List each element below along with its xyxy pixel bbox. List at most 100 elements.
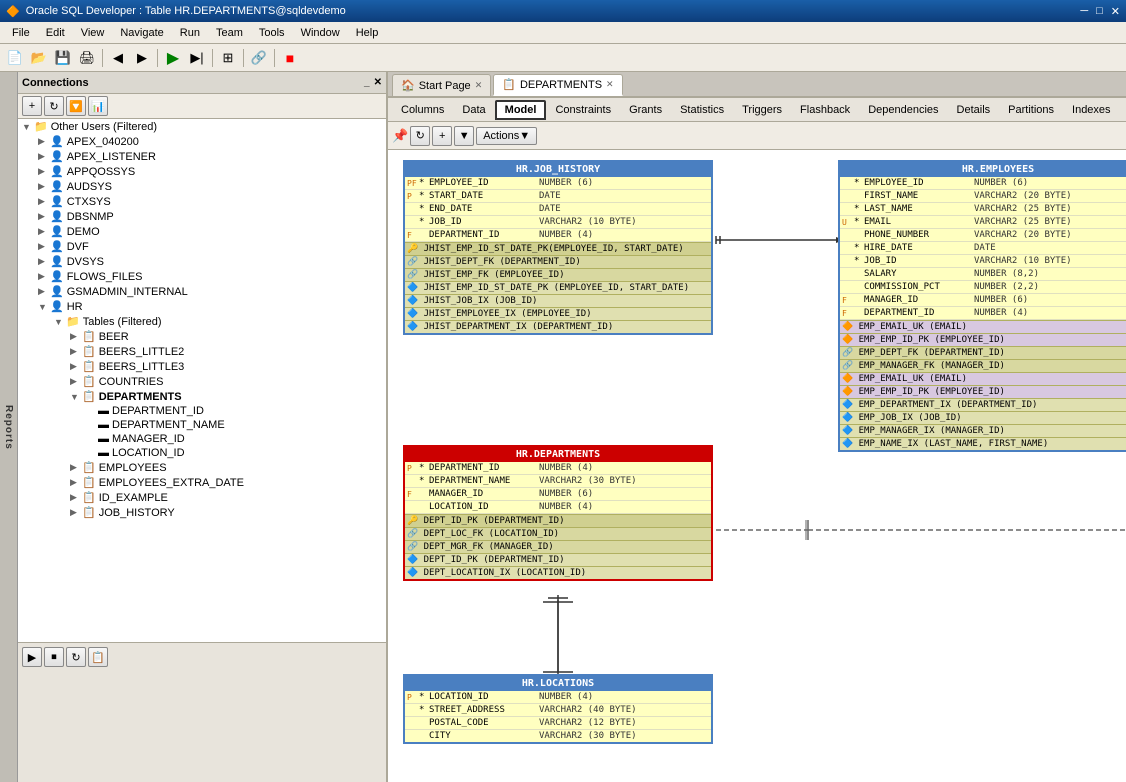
tree-node-beer[interactable]: ▶📋BEER: [18, 329, 386, 344]
tree-toggle-15[interactable]: ▶: [70, 346, 82, 357]
tree-node-audsys[interactable]: ▶👤AUDSYS: [18, 179, 386, 194]
grid-btn[interactable]: ⊞: [217, 47, 239, 69]
tree-toggle-3[interactable]: ▶: [38, 166, 50, 177]
tree-toggle-13[interactable]: ▼: [54, 317, 66, 327]
save-btn[interactable]: 💾: [52, 47, 74, 69]
tab-constraints[interactable]: Constraints: [546, 100, 620, 120]
sb-btn4[interactable]: 📋: [88, 647, 108, 667]
connection-tree[interactable]: ▼📁Other Users (Filtered)▶👤APEX_040200▶👤A…: [18, 119, 386, 642]
tree-toggle-26[interactable]: ▶: [70, 507, 82, 518]
tree-node-countries[interactable]: ▶📋COUNTRIES: [18, 374, 386, 389]
tree-node-departments[interactable]: ▼📋DEPARTMENTS: [18, 389, 386, 404]
tree-node-gsmadmin_internal[interactable]: ▶👤GSMADMIN_INTERNAL: [18, 284, 386, 299]
tree-toggle-8[interactable]: ▶: [38, 241, 50, 252]
tree-node-department_id[interactable]: ▬DEPARTMENT_ID: [18, 404, 386, 418]
new-btn[interactable]: 📄: [4, 47, 26, 69]
tab-departments-close[interactable]: ✕: [606, 79, 614, 90]
tree-node-dvf[interactable]: ▶👤DVF: [18, 239, 386, 254]
pin-icon[interactable]: 📌: [392, 128, 408, 144]
sb-btn3[interactable]: ↻: [66, 647, 86, 667]
menu-edit[interactable]: Edit: [38, 25, 73, 41]
tree-toggle-2[interactable]: ▶: [38, 151, 50, 162]
filter-btn[interactable]: 🔽: [66, 96, 86, 116]
tree-node-appqossys[interactable]: ▶👤APPQOSSYS: [18, 164, 386, 179]
model-refresh-btn[interactable]: ↻: [410, 126, 430, 146]
tree-toggle-5[interactable]: ▶: [38, 196, 50, 207]
menu-run[interactable]: Run: [172, 25, 208, 41]
tree-node-flows_files[interactable]: ▶👤FLOWS_FILES: [18, 269, 386, 284]
tree-node-manager_id[interactable]: ▬MANAGER_ID: [18, 432, 386, 446]
tab-start-page[interactable]: 🏠 Start Page ✕: [392, 74, 491, 96]
menu-tools[interactable]: Tools: [251, 25, 293, 41]
tree-node-ctxsys[interactable]: ▶👤CTXSYS: [18, 194, 386, 209]
tree-node-apex_040200[interactable]: ▶👤APEX_040200: [18, 134, 386, 149]
tree-toggle-25[interactable]: ▶: [70, 492, 82, 503]
tab-data[interactable]: Data: [453, 100, 494, 120]
menu-window[interactable]: Window: [293, 25, 348, 41]
tree-toggle-4[interactable]: ▶: [38, 181, 50, 192]
tree-toggle-11[interactable]: ▶: [38, 286, 50, 297]
tree-toggle-16[interactable]: ▶: [70, 361, 82, 372]
tab-model[interactable]: Model: [495, 100, 547, 120]
print-btn[interactable]: 🖨: [76, 47, 98, 69]
tree-toggle-17[interactable]: ▶: [70, 376, 82, 387]
tree-node-demo[interactable]: ▶👤DEMO: [18, 224, 386, 239]
tree-node-apex_listener[interactable]: ▶👤APEX_LISTENER: [18, 149, 386, 164]
tree-toggle-18[interactable]: ▼: [70, 392, 82, 402]
tree-node-employees_extra_date[interactable]: ▶📋EMPLOYEES_EXTRA_DATE: [18, 475, 386, 490]
tree-node-beers_little3[interactable]: ▶📋BEERS_LITTLE3: [18, 359, 386, 374]
tree-toggle-12[interactable]: ▼: [38, 302, 50, 312]
model-canvas[interactable]: HR.JOB_HISTORY PF * EMPLOYEE_ID NUMBER (…: [388, 150, 1126, 782]
tree-node-location_id[interactable]: ▬LOCATION_ID: [18, 446, 386, 460]
tree-node-department_name[interactable]: ▬DEPARTMENT_NAME: [18, 418, 386, 432]
tree-toggle-6[interactable]: ▶: [38, 211, 50, 222]
forward-btn[interactable]: ▶: [131, 47, 153, 69]
tab-columns[interactable]: Columns: [392, 100, 453, 120]
tab-departments[interactable]: 📋 DEPARTMENTS ✕: [493, 74, 622, 96]
stop-btn[interactable]: ■: [279, 47, 301, 69]
tab-sql[interactable]: SQL: [1120, 100, 1126, 120]
menu-team[interactable]: Team: [208, 25, 251, 41]
tree-node-job_history[interactable]: ▶📋JOB_HISTORY: [18, 505, 386, 520]
tree-node-hr[interactable]: ▼👤HR: [18, 299, 386, 314]
tab-grants[interactable]: Grants: [620, 100, 671, 120]
tree-node-id_example[interactable]: ▶📋ID_EXAMPLE: [18, 490, 386, 505]
add-connection-btn[interactable]: +: [22, 96, 42, 116]
tree-node-tables-(filtered)[interactable]: ▼📁Tables (Filtered): [18, 314, 386, 329]
tab-triggers[interactable]: Triggers: [733, 100, 791, 120]
tree-node-other-users-(filtered)[interactable]: ▼📁Other Users (Filtered): [18, 119, 386, 134]
tab-statistics[interactable]: Statistics: [671, 100, 733, 120]
refresh-btn[interactable]: ↻: [44, 96, 64, 116]
close-btn[interactable]: ✕: [1111, 5, 1120, 18]
tab-details[interactable]: Details: [948, 100, 1000, 120]
menu-file[interactable]: File: [4, 25, 38, 41]
tree-toggle-10[interactable]: ▶: [38, 271, 50, 282]
tree-toggle-1[interactable]: ▶: [38, 136, 50, 147]
tree-toggle-7[interactable]: ▶: [38, 226, 50, 237]
connect-btn[interactable]: 🔗: [248, 47, 270, 69]
open-btn[interactable]: 📂: [28, 47, 50, 69]
maximize-btn[interactable]: □: [1096, 5, 1103, 18]
tree-node-employees[interactable]: ▶📋EMPLOYEES: [18, 460, 386, 475]
sidebar-minimize-btn[interactable]: _: [364, 77, 370, 88]
run-arrow-btn[interactable]: ▶|: [186, 47, 208, 69]
tree-node-dbsnmp[interactable]: ▶👤DBSNMP: [18, 209, 386, 224]
menu-help[interactable]: Help: [348, 25, 387, 41]
tree-toggle-0[interactable]: ▼: [22, 122, 34, 132]
schema-browser-btn[interactable]: 📊: [88, 96, 108, 116]
actions-btn[interactable]: Actions▼: [476, 127, 537, 145]
tab-start-close[interactable]: ✕: [475, 80, 483, 91]
tree-node-dvsys[interactable]: ▶👤DVSYS: [18, 254, 386, 269]
tree-toggle-23[interactable]: ▶: [70, 462, 82, 473]
tab-dependencies[interactable]: Dependencies: [859, 100, 947, 120]
tree-toggle-9[interactable]: ▶: [38, 256, 50, 267]
run-btn[interactable]: ▶: [162, 47, 184, 69]
tree-toggle-14[interactable]: ▶: [70, 331, 82, 342]
sb-btn1[interactable]: ▶: [22, 647, 42, 667]
tab-indexes[interactable]: Indexes: [1063, 100, 1120, 120]
menu-view[interactable]: View: [73, 25, 113, 41]
model-dropdown-btn[interactable]: ▼: [454, 126, 474, 146]
sidebar-close-btn[interactable]: ✕: [374, 77, 382, 88]
minimize-btn[interactable]: ─: [1080, 5, 1088, 18]
tree-toggle-24[interactable]: ▶: [70, 477, 82, 488]
